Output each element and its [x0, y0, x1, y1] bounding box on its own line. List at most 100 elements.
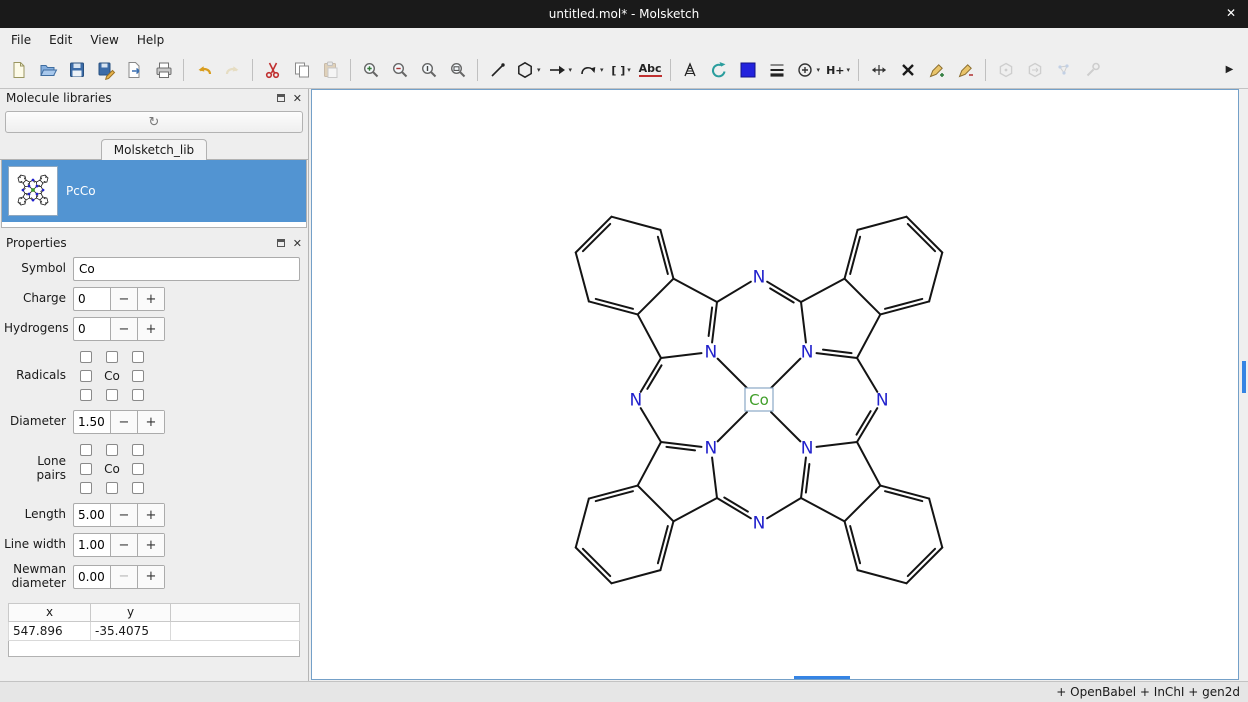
vertical-scroll-indicator[interactable] [1242, 361, 1246, 393]
cut-button[interactable] [259, 57, 286, 84]
hatch-wedge-button[interactable] [677, 57, 704, 84]
properties-float-icon[interactable] [277, 239, 285, 247]
radicals-checkbox-6[interactable] [80, 389, 92, 401]
mechanism-arrow-button[interactable]: ▾ [576, 57, 606, 84]
diameter-increment-button[interactable]: + [137, 411, 164, 433]
delete-tool-button[interactable] [894, 57, 921, 84]
menu-edit[interactable]: Edit [40, 29, 81, 51]
library-item-pcco[interactable]: PcCo [2, 160, 306, 222]
properties-panel-title: Properties [6, 236, 277, 250]
optimize-structure-icon [996, 60, 1016, 80]
charge-tool-dropdown-arrow[interactable]: ▾ [817, 66, 821, 74]
coord-y-value[interactable]: -35.4075 [91, 621, 171, 640]
radicals-checkbox-8[interactable] [132, 389, 144, 401]
radicals-checkbox-3[interactable] [80, 370, 92, 382]
lone-pairs-checkbox-3[interactable] [80, 463, 92, 475]
length-input[interactable] [74, 504, 110, 526]
menu-view[interactable]: View [81, 29, 127, 51]
menu-help[interactable]: Help [128, 29, 173, 51]
lone-pairs-checkbox-8[interactable] [132, 482, 144, 494]
tab-molsketch-lib[interactable]: Molsketch_lib [101, 139, 207, 160]
undo-button[interactable] [190, 57, 217, 84]
diameter-decrement-button[interactable]: − [110, 411, 137, 433]
newman-diameter-increment-button[interactable]: + [137, 566, 164, 588]
coords-header-empty [171, 603, 300, 621]
charge-increment-button[interactable]: + [137, 288, 164, 310]
lone-pairs-checkbox-7[interactable] [106, 482, 118, 494]
charge-decrement-button[interactable]: − [110, 288, 137, 310]
reaction-arrow-button[interactable]: ▾ [545, 57, 575, 84]
delete-tool-icon [898, 60, 918, 80]
rotate-tool-icon [709, 60, 729, 80]
toolbar-separator [670, 59, 671, 81]
line-width-decrement-button[interactable]: − [110, 534, 137, 556]
diameter-input[interactable] [74, 411, 110, 433]
export-file-button[interactable] [121, 57, 148, 84]
open-file-button[interactable] [34, 57, 61, 84]
coord-x-value[interactable]: 547.896 [9, 621, 91, 640]
svg-text:Co: Co [749, 391, 769, 409]
drawing-canvas[interactable]: NNNNNNNNCo [311, 89, 1239, 680]
bracket-button[interactable]: [ ]▾ [608, 57, 635, 84]
draw-bond-button[interactable] [484, 57, 511, 84]
menu-file[interactable]: File [2, 29, 40, 51]
babel-tools-button [1079, 57, 1106, 84]
lone-pairs-checkbox-2[interactable] [132, 444, 144, 456]
window-close-button[interactable]: ✕ [1226, 6, 1236, 20]
properties-close-icon[interactable]: ✕ [293, 238, 302, 249]
new-file-button[interactable] [5, 57, 32, 84]
line-width-input[interactable] [74, 534, 110, 556]
hydrogens-input[interactable] [74, 318, 110, 340]
hydrogens-increment-button[interactable]: + [137, 318, 164, 340]
draw-ring-dropdown-arrow[interactable]: ▾ [537, 66, 541, 74]
libraries-float-icon[interactable] [277, 94, 285, 102]
lone-pairs-label: Lone pairs [4, 455, 66, 483]
text-tool-button[interactable]: Abc [637, 57, 664, 84]
lone-pairs-checkbox-1[interactable] [106, 444, 118, 456]
hydrogen-tool-button[interactable]: H+▾ [824, 57, 852, 84]
zoom-fit-icon [448, 60, 468, 80]
bracket-dropdown-arrow[interactable]: ▾ [627, 66, 631, 74]
radicals-checkbox-5[interactable] [132, 370, 144, 382]
radicals-checkbox-7[interactable] [106, 389, 118, 401]
zoom-out-button[interactable] [386, 57, 413, 84]
draw-ring-button[interactable]: ▾ [513, 57, 543, 84]
print-button[interactable] [150, 57, 177, 84]
zoom-original-button[interactable] [415, 57, 442, 84]
symbol-input[interactable] [73, 257, 300, 281]
length-decrement-button[interactable]: − [110, 504, 137, 526]
toolbar-extend-button[interactable]: ▶ [1216, 57, 1243, 84]
line-width-increment-button[interactable]: + [137, 534, 164, 556]
save-file-as-button[interactable] [92, 57, 119, 84]
reaction-arrow-dropdown-arrow[interactable]: ▾ [569, 66, 573, 74]
lone-pairs-checkbox-5[interactable] [132, 463, 144, 475]
molecule-drawing[interactable]: NNNNNNNNCo [312, 90, 1238, 680]
rotate-tool-button[interactable] [706, 57, 733, 84]
zoom-in-button[interactable] [357, 57, 384, 84]
radicals-checkbox-0[interactable] [80, 351, 92, 363]
lone-pairs-checkbox-0[interactable] [80, 444, 92, 456]
newman-diameter-input[interactable] [74, 566, 110, 588]
hydrogen-tool-dropdown-arrow[interactable]: ▾ [847, 66, 851, 74]
charge-input[interactable] [74, 288, 110, 310]
copy-button[interactable] [288, 57, 315, 84]
flip-tool-button[interactable] [865, 57, 892, 84]
mechanism-arrow-dropdown-arrow[interactable]: ▾ [600, 66, 604, 74]
libraries-close-icon[interactable]: ✕ [293, 93, 302, 104]
color-picker-button[interactable] [735, 57, 762, 84]
pen-remove-button[interactable] [952, 57, 979, 84]
pen-add-button[interactable] [923, 57, 950, 84]
lone-pairs-grid: Co [73, 440, 151, 497]
symbol-label: Symbol [4, 262, 66, 276]
save-file-button[interactable] [63, 57, 90, 84]
lone-pairs-checkbox-6[interactable] [80, 482, 92, 494]
horizontal-scroll-indicator[interactable] [794, 676, 850, 679]
charge-tool-button[interactable]: ▾ [793, 57, 823, 84]
line-width-button[interactable] [764, 57, 791, 84]
zoom-fit-button[interactable] [444, 57, 471, 84]
library-refresh-button[interactable]: ↻ [5, 111, 303, 133]
radicals-checkbox-1[interactable] [106, 351, 118, 363]
radicals-checkbox-2[interactable] [132, 351, 144, 363]
hydrogens-decrement-button[interactable]: − [110, 318, 137, 340]
length-increment-button[interactable]: + [137, 504, 164, 526]
